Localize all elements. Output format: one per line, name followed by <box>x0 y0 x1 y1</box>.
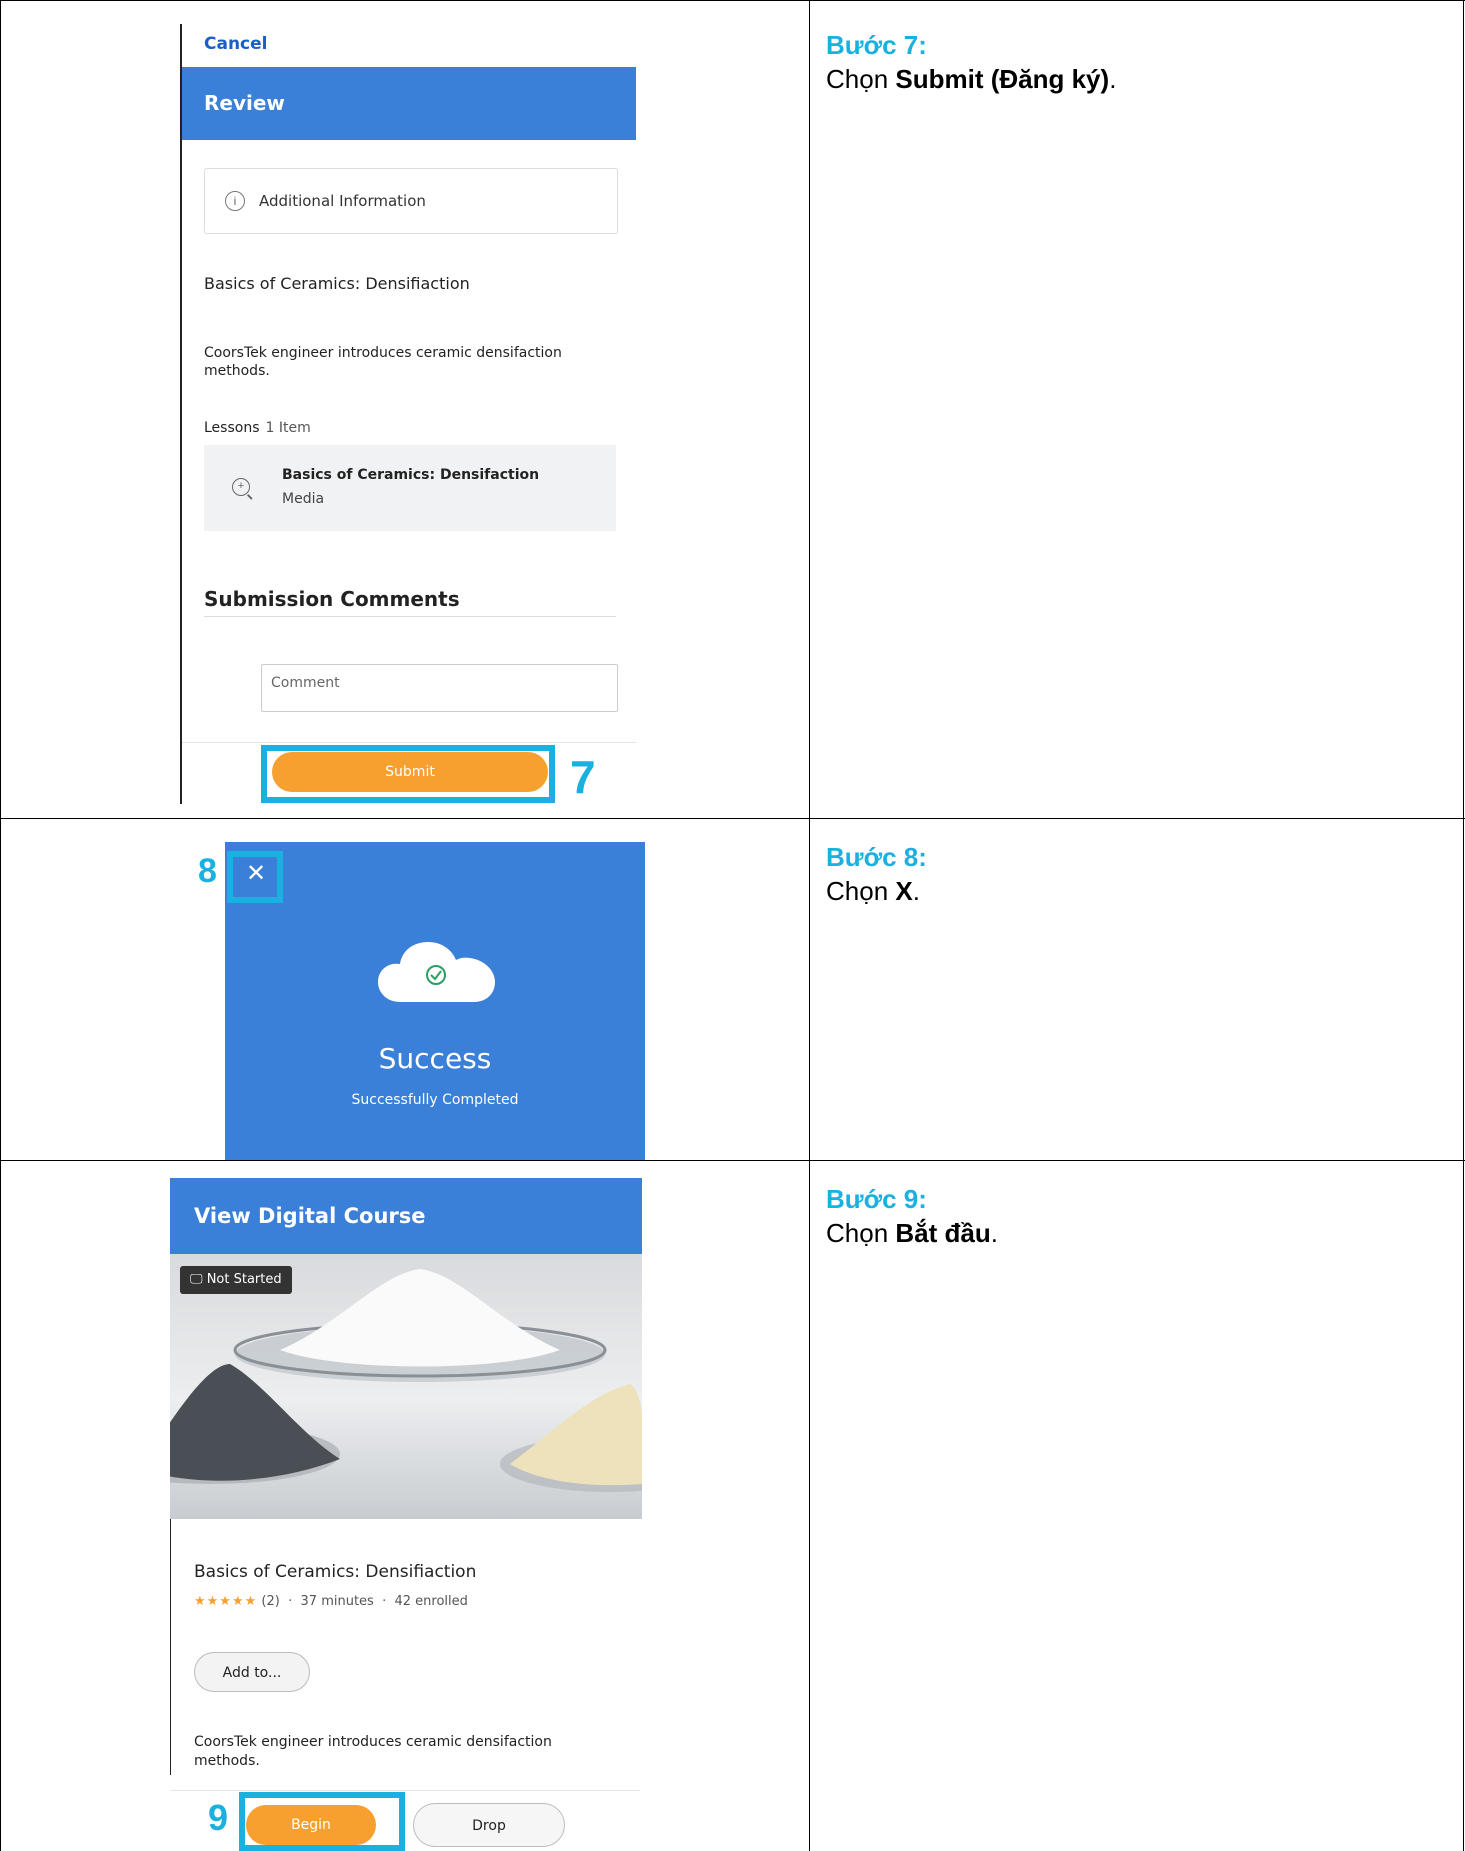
table-border-left <box>0 0 1 1851</box>
course-meta: ★★★★★ (2) · 37 minutes · 42 enrolled <box>194 1594 468 1609</box>
footer-divider <box>170 1790 640 1791</box>
table-row-divider-2 <box>0 1160 1465 1161</box>
review-title: Review <box>204 91 285 115</box>
comment-placeholder: Comment <box>271 675 340 691</box>
course-description: CoorsTek engineer introduces ceramic den… <box>194 1734 552 1769</box>
status-badge: 🖵 Not Started <box>180 1266 292 1294</box>
additional-info-panel[interactable]: i Additional Information <box>204 168 618 234</box>
step-7-title: Bước 7: <box>826 30 927 60</box>
step-9-marker: 9 <box>208 1797 229 1838</box>
drop-button[interactable]: Drop <box>413 1803 565 1847</box>
review-screen: Cancel Review i Additional Information B… <box>180 24 636 804</box>
screen-edge <box>170 1519 171 1775</box>
course-screen: View Digital Course 🖵 Not Started Basics… <box>170 1178 642 1851</box>
step-7-marker: 7 <box>570 751 596 803</box>
begin-highlight-box <box>239 1792 405 1851</box>
table-border-top <box>0 0 1465 1</box>
table-border-right <box>1463 0 1464 1851</box>
rating-count: (2) <box>261 1594 280 1609</box>
enrolled-count: 42 enrolled <box>394 1594 468 1609</box>
info-icon: i <box>225 191 245 211</box>
success-subtitle: Successfully Completed <box>351 1092 519 1108</box>
step-9-title: Bước 9: <box>826 1184 927 1214</box>
add-to-button[interactable]: Add to... <box>194 1652 310 1692</box>
course-header-title: View Digital Course <box>194 1204 426 1228</box>
submit-highlight-box <box>261 745 555 803</box>
course-header: View Digital Course <box>170 1178 642 1254</box>
lesson-name: Basics of Ceramics: Densifaction <box>282 467 540 483</box>
table-row-divider-1 <box>0 818 1465 819</box>
rating-stars-icon: ★★★★★ <box>194 1594 258 1609</box>
cloud-check-icon <box>378 942 495 1002</box>
course-description: CoorsTek engineer introduces ceramic den… <box>204 345 562 379</box>
course-title: Basics of Ceramics: Densifiaction <box>194 1562 477 1582</box>
footer-divider <box>182 742 636 743</box>
close-highlight-box <box>227 851 283 903</box>
lesson-item[interactable]: + Basics of Ceramics: Densifaction Media <box>204 445 616 531</box>
additional-info-label: Additional Information <box>259 192 426 210</box>
cancel-link[interactable]: Cancel <box>204 34 267 54</box>
review-header: Review <box>182 67 636 140</box>
step-9-desc: Chọn Bắt đầu. <box>826 1218 998 1248</box>
lessons-heading: Lessons 1 Item <box>204 420 311 436</box>
zoom-in-icon: + <box>232 478 250 496</box>
step-7-desc: Chọn Submit (Đăng ký). <box>826 64 1117 94</box>
submission-comments-heading: Submission Comments <box>204 587 460 611</box>
step-8-desc: Chọn X. <box>826 876 920 906</box>
step-8-marker: 8 <box>198 852 217 890</box>
lesson-type: Media <box>282 491 325 507</box>
step-8-title: Bước 8: <box>826 842 927 872</box>
duration: 37 minutes <box>300 1594 374 1609</box>
success-screen: ✕ Success Successfully Completed <box>225 842 645 1160</box>
lessons-count: 1 Item <box>265 420 311 436</box>
screen-edge <box>180 24 182 804</box>
monitor-icon: 🖵 <box>190 1272 203 1287</box>
success-title: Success <box>378 1042 492 1075</box>
course-title: Basics of Ceramics: Densifiaction <box>204 274 470 293</box>
table-column-divider <box>809 0 810 1851</box>
course-image: 🖵 Not Started <box>170 1254 642 1519</box>
comment-field[interactable]: Comment <box>261 664 618 712</box>
divider <box>204 616 616 617</box>
